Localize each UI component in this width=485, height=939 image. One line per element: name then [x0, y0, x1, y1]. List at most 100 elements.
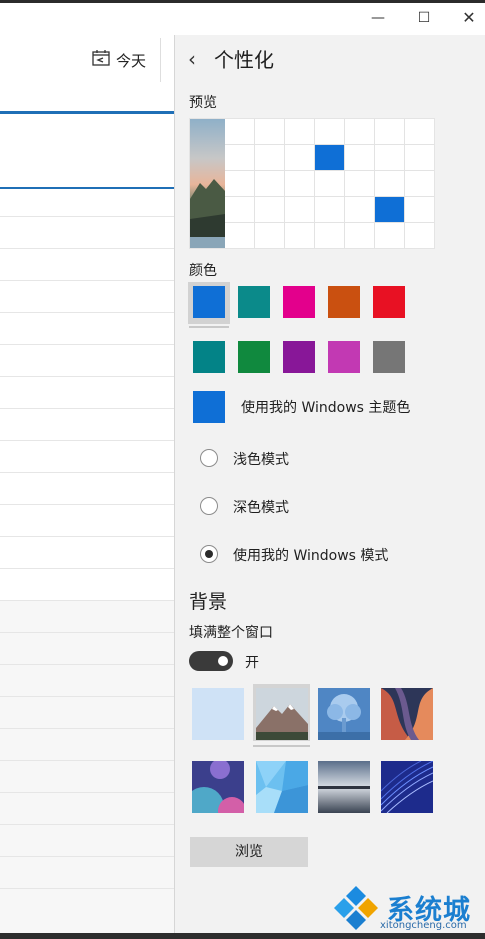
calendar-row-line	[0, 664, 174, 665]
color-swatch[interactable]	[238, 341, 270, 373]
preview-cell	[345, 223, 375, 248]
color-swatch[interactable]	[193, 286, 225, 318]
dark-mode-label[interactable]: 深色模式	[233, 497, 289, 517]
panel-title: 个性化	[214, 48, 274, 72]
calendar-row-line	[0, 760, 174, 761]
preview-cell	[405, 171, 434, 197]
preview-cell	[225, 223, 255, 248]
preview-cell	[315, 145, 345, 171]
background-thumb-tree[interactable]	[318, 688, 370, 740]
preview-cell	[255, 223, 285, 248]
preview-cell	[345, 119, 375, 145]
calendar-row-line	[0, 696, 174, 697]
preview-cell	[255, 171, 285, 197]
preview-cell	[375, 119, 405, 145]
preview-cell	[285, 197, 315, 223]
background-thumb-geometric[interactable]	[256, 761, 308, 813]
color-swatch[interactable]	[373, 286, 405, 318]
preview-cell	[285, 223, 315, 248]
watermark-logo	[332, 884, 380, 932]
calendar-accent-line	[0, 111, 174, 114]
preview-cell	[225, 171, 255, 197]
preview-cell	[315, 119, 345, 145]
preview-cell	[375, 145, 405, 171]
background-thumb-star-trails[interactable]	[381, 761, 433, 813]
maximize-button[interactable]: ☐	[412, 8, 436, 28]
calendar-row-line	[0, 568, 174, 569]
fill-window-toggle[interactable]	[189, 651, 233, 671]
calendar-row-line	[0, 216, 174, 217]
toggle-knob	[218, 656, 228, 666]
fill-window-label: 填满整个窗口	[189, 625, 273, 641]
color-swatch[interactable]	[373, 341, 405, 373]
background-thumb-mountain[interactable]	[256, 688, 308, 740]
preview-cell	[315, 223, 345, 248]
preview-cell	[345, 197, 375, 223]
calendar-row-line	[0, 856, 174, 857]
calendar-row-line	[0, 280, 174, 281]
windows-accent-swatch[interactable]	[193, 391, 225, 423]
preview-cell	[345, 145, 375, 171]
close-button[interactable]: ✕	[457, 8, 481, 28]
selected-color-indicator	[189, 326, 229, 328]
calendar-row-line	[0, 248, 174, 249]
dark-mode-radio[interactable]	[200, 497, 218, 515]
calendar-row-line	[0, 888, 174, 889]
preview-cell	[285, 171, 315, 197]
preview-cell	[315, 171, 345, 197]
calendar-row-line	[0, 792, 174, 793]
color-swatch[interactable]	[193, 341, 225, 373]
preview-cell	[225, 119, 255, 145]
calendar-row-line	[0, 376, 174, 377]
preview-cell	[345, 171, 375, 197]
preview-cell	[255, 145, 285, 171]
preview-label: 预览	[189, 95, 217, 111]
preview-cell	[285, 145, 315, 171]
background-thumb-lake[interactable]	[318, 761, 370, 813]
preview-cell	[405, 145, 434, 171]
calendar-row-line	[0, 312, 174, 313]
windows-mode-radio[interactable]	[200, 545, 218, 563]
calendar-row-line	[0, 824, 174, 825]
calendar-today-icon	[92, 50, 110, 70]
background-thumb-light-blue[interactable]	[192, 688, 244, 740]
color-swatch[interactable]	[328, 286, 360, 318]
watermark-url: xitongcheng.com	[380, 920, 467, 931]
top-edge	[0, 0, 485, 3]
preview-cell	[375, 223, 405, 248]
preview-cell	[255, 119, 285, 145]
back-button[interactable]: ‹	[188, 48, 206, 70]
preview-cell	[285, 119, 315, 145]
calendar-row-line	[0, 504, 174, 505]
calendar-row-line	[0, 472, 174, 473]
color-swatch[interactable]	[283, 341, 315, 373]
preview-cell	[225, 145, 255, 171]
browse-button[interactable]: 浏览	[190, 837, 308, 867]
calendar-row-line	[0, 440, 174, 441]
selected-background-indicator	[253, 745, 310, 747]
calendar-preview	[189, 118, 435, 249]
preview-cell	[375, 197, 405, 223]
calendar-row-line	[0, 408, 174, 409]
color-swatch[interactable]	[238, 286, 270, 318]
background-thumb-canyon[interactable]	[381, 688, 433, 740]
color-swatch[interactable]	[283, 286, 315, 318]
toolbar-divider	[160, 38, 161, 82]
today-button[interactable]: 今天	[92, 46, 146, 74]
calendar-row-line	[0, 536, 174, 537]
preview-background-image	[190, 119, 225, 248]
preview-cell	[405, 197, 434, 223]
background-thumb-abstract[interactable]	[192, 761, 244, 813]
preview-cell	[405, 119, 434, 145]
light-mode-radio[interactable]	[200, 449, 218, 467]
light-mode-label[interactable]: 浅色模式	[233, 449, 289, 469]
toggle-state-label: 开	[245, 655, 259, 671]
color-swatch[interactable]	[328, 341, 360, 373]
use-windows-color-label[interactable]: 使用我的 Windows 主题色	[241, 397, 410, 417]
calendar-row-line	[0, 344, 174, 345]
windows-mode-label[interactable]: 使用我的 Windows 模式	[233, 545, 388, 565]
preview-cell	[225, 197, 255, 223]
calendar-row-line	[0, 600, 174, 601]
minimize-button[interactable]: —	[366, 8, 390, 28]
preview-cell	[255, 197, 285, 223]
